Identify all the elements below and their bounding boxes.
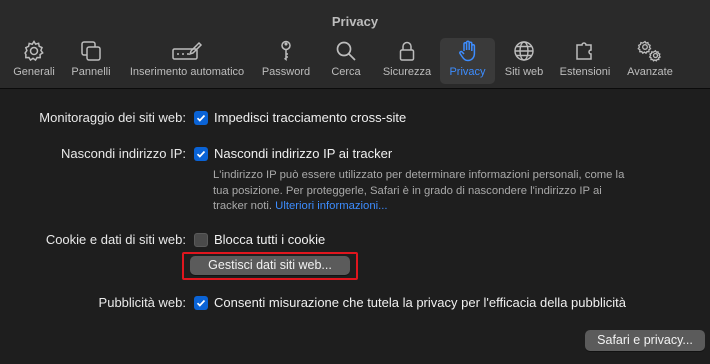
tab-cerca[interactable]: Cerca <box>326 38 366 84</box>
tab-pannelli[interactable]: Pannelli <box>66 38 116 84</box>
block-cookies-checkbox-label[interactable]: Blocca tutti i cookie <box>214 232 325 247</box>
checkmark-icon <box>196 150 206 158</box>
description-text: tracker noti. <box>213 200 273 213</box>
hide-ip-description: L'indirizzo IP può essere utilizzato per… <box>213 168 653 215</box>
privacy-settings-panel: Monitoraggio dei siti web: Impedisci tra… <box>0 89 710 364</box>
description-line: tracker noti. Ulteriori informazioni... <box>213 199 653 215</box>
key-icon <box>273 38 299 64</box>
checkmark-icon <box>196 114 206 122</box>
tab-label: Privacy <box>449 66 486 78</box>
hide-ip-checkbox[interactable] <box>194 147 208 161</box>
tabs-icon <box>78 38 104 64</box>
magnifier-icon <box>333 38 359 64</box>
safari-privacy-button[interactable]: Safari e privacy... <box>585 330 705 351</box>
tab-inserimento-automatico[interactable]: Inserimento automatico <box>123 38 251 84</box>
ads-label: Pubblicità web: <box>98 295 186 310</box>
tab-label: Cerca <box>331 66 361 78</box>
tab-label: Password <box>261 66 311 78</box>
puzzle-icon <box>572 38 598 64</box>
tab-label: Estensioni <box>559 66 611 78</box>
lock-icon <box>394 38 420 64</box>
description-line: L'indirizzo IP può essere utilizzato per… <box>213 169 625 181</box>
tab-privacy[interactable]: Privacy <box>440 38 495 84</box>
learn-more-link[interactable]: Ulteriori informazioni... <box>275 200 387 212</box>
hide-ip-label: Nascondi indirizzo IP: <box>61 146 186 161</box>
highlight-box <box>182 252 358 280</box>
tab-label: Inserimento automatico <box>129 66 245 78</box>
ads-checkbox-label[interactable]: Consenti misurazione che tutela la priva… <box>214 295 626 310</box>
tab-password[interactable]: Password <box>258 38 314 84</box>
tracking-label: Monitoraggio dei siti web: <box>39 110 186 125</box>
tab-estensioni[interactable]: Estensioni <box>555 38 615 84</box>
hide-ip-checkbox-label[interactable]: Nascondi indirizzo IP ai tracker <box>214 146 392 161</box>
ads-checkbox[interactable] <box>194 296 208 310</box>
tab-avanzate[interactable]: Avanzate <box>622 38 678 84</box>
tab-sicurezza[interactable]: Sicurezza <box>378 38 436 84</box>
block-cookies-checkbox[interactable] <box>194 233 208 247</box>
tracking-checkbox-label[interactable]: Impedisci tracciamento cross-site <box>214 110 406 125</box>
checkmark-icon <box>196 299 206 307</box>
autofill-pencil-icon <box>170 38 204 64</box>
cookies-label: Cookie e dati di siti web: <box>45 232 186 247</box>
tab-label: Siti web <box>504 66 544 78</box>
globe-icon <box>511 38 537 64</box>
tab-label: Avanzate <box>627 66 673 78</box>
tab-label: Sicurezza <box>382 66 432 78</box>
tab-label: Generali <box>13 66 55 78</box>
tracking-checkbox[interactable] <box>194 111 208 125</box>
tab-label: Pannelli <box>71 66 111 78</box>
window-title: Privacy <box>331 14 379 29</box>
tab-generali[interactable]: Generali <box>8 38 60 84</box>
preferences-toolbar: Privacy Generali Pannelli Inserimento au… <box>0 0 710 89</box>
gears-icon <box>637 38 663 64</box>
description-line: tua posizione. Per proteggerle, Safari è… <box>213 184 602 197</box>
gear-icon <box>21 38 47 64</box>
hand-icon <box>455 38 481 64</box>
tab-siti-web[interactable]: Siti web <box>500 38 548 84</box>
